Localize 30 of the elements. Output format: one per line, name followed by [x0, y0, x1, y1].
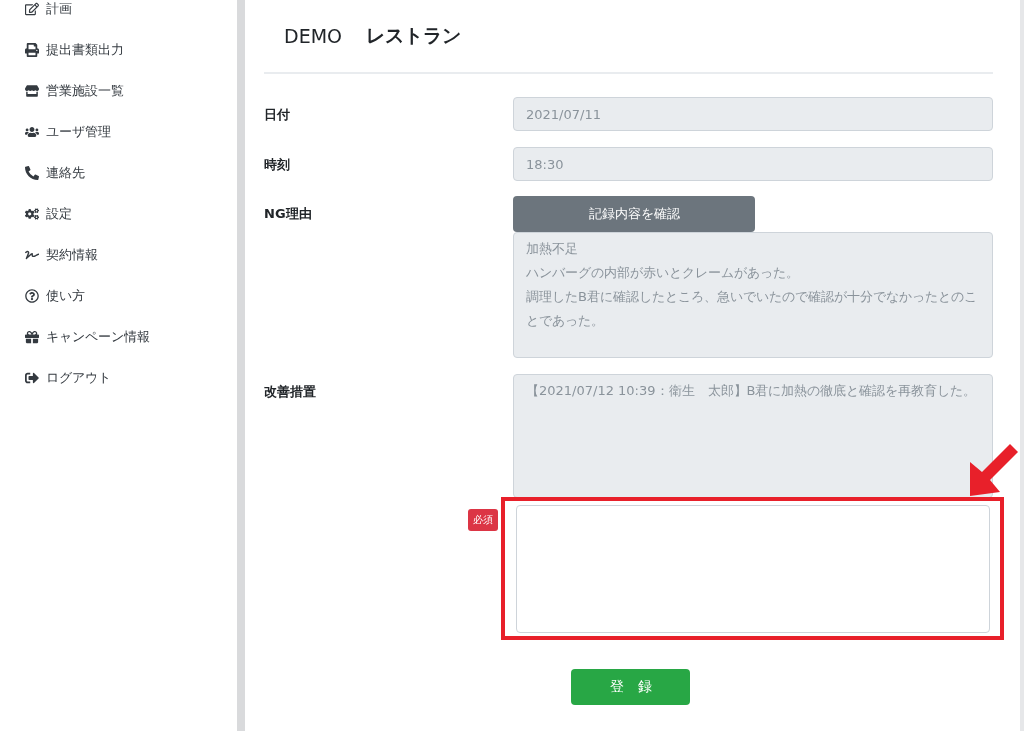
field-label: 改善措置	[264, 383, 317, 401]
phone-icon	[24, 164, 40, 181]
sidebar-item[interactable]: 使い方	[0, 275, 237, 316]
date-field: 2021/07/11	[513, 97, 993, 131]
view-record-button[interactable]: 記録内容を確認	[513, 196, 755, 232]
field-label: 時刻	[264, 156, 291, 174]
printer-icon	[24, 41, 40, 58]
sidebar-item[interactable]: ログアウト	[0, 357, 237, 398]
improvement-input[interactable]	[516, 505, 990, 633]
sidebar-item[interactable]: 提出書類出力	[0, 29, 237, 70]
gift-icon	[24, 328, 40, 345]
sidebar-item[interactable]: 連絡先	[0, 152, 237, 193]
sidebar-item[interactable]: キャンペーン情報	[0, 316, 237, 357]
settings-icon	[24, 205, 40, 222]
ng-reason-text: 加熱不足 ハンバーグの内部が赤いとクレームがあった。 調理したB君に確認したところ、急いでいたので確認が十分でなかったとのことであった。	[513, 232, 993, 358]
time-field: 18:30	[513, 147, 993, 181]
sidebar-item[interactable]: 営業施設一覧	[0, 70, 237, 111]
sidebar-item[interactable]: 設定	[0, 193, 237, 234]
store-code: DEMO	[284, 25, 342, 47]
store-name: レストラン	[366, 23, 461, 48]
help-icon	[24, 287, 40, 304]
sidebar-item[interactable]: 計画	[0, 0, 237, 29]
improvement-history-text: 【2021/07/12 10:39：衛生 太郎】B君に加熱の徹底と確認を再教育した。	[513, 374, 993, 498]
field-label: NG理由	[264, 205, 313, 223]
sidebar-item[interactable]: 契約情報	[0, 234, 237, 275]
field-label: 日付	[264, 106, 291, 124]
required-badge: 必須	[468, 509, 498, 531]
sidebar-item[interactable]: ユーザ管理	[0, 111, 237, 152]
store-icon	[24, 82, 40, 99]
edit-icon	[24, 0, 40, 17]
